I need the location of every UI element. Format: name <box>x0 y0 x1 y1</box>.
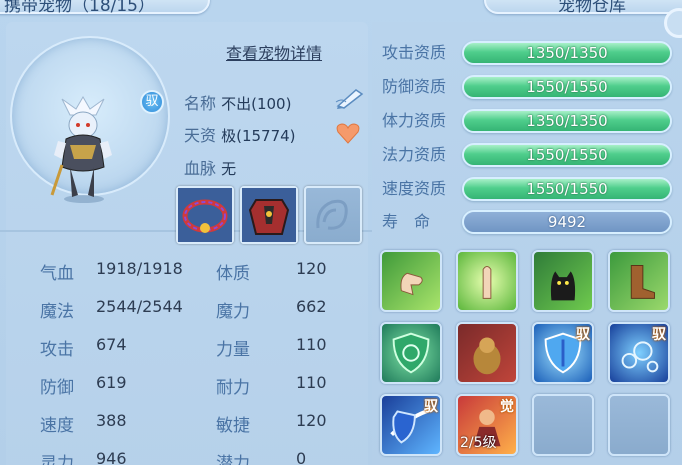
stat-label: 体质 <box>216 264 250 284</box>
stat-value: 110 <box>296 335 327 354</box>
skill-slot-empty[interactable] <box>608 394 670 456</box>
aptitude-value: 1550/1550 <box>526 146 608 164</box>
aptitude-bar: 1550/1550 <box>462 75 672 99</box>
tab-pet-storage-label: 宠物仓库 <box>558 0 626 16</box>
skill-slot[interactable] <box>532 250 594 312</box>
stat-value: 662 <box>296 297 327 316</box>
pet-name-label: 名称 <box>184 94 217 113</box>
pet-bloodline-label: 血脉 <box>184 159 217 178</box>
stat-label: 速度 <box>40 416 74 436</box>
skill-tag-badge: 觉 <box>500 399 514 415</box>
skill-slot[interactable] <box>380 322 442 384</box>
stat-label: 攻击 <box>40 340 74 360</box>
tab-carried-pets[interactable]: 携带宠物（18/15） <box>0 0 210 16</box>
stat-label: 敏捷 <box>216 416 250 436</box>
pet-name-value: 不出(100) <box>221 95 292 113</box>
life-bar: 9492 <box>462 210 672 234</box>
aptitude-value: 1550/1550 <box>526 180 608 198</box>
aptitude-label: 速度资质 <box>382 179 447 198</box>
skill-slot[interactable]: 觉 2/5级 <box>456 394 518 456</box>
pet-bloodline-value: 无 <box>221 160 237 178</box>
tab-carried-pets-label: 携带宠物（18/15） <box>4 0 155 16</box>
skill-slot-empty[interactable] <box>532 394 594 456</box>
aptitude-label: 体力资质 <box>382 111 447 130</box>
equipment-slot-3-empty[interactable] <box>304 186 362 244</box>
skill-slot[interactable] <box>608 250 670 312</box>
aptitude-bar: 1550/1550 <box>462 177 672 201</box>
stat-label: 气血 <box>40 264 74 284</box>
collar-equipment-icon <box>178 188 232 242</box>
skill-level: 2/5级 <box>460 435 497 451</box>
stat-value: 674 <box>96 335 127 354</box>
skill-tag-badge: 驭 <box>424 399 438 415</box>
aptitude-label: 攻击资质 <box>382 43 447 62</box>
stat-value: 1918/1918 <box>96 259 183 278</box>
equipment-slot-2[interactable] <box>240 186 298 244</box>
pet-bloodline-row: 血脉 无 <box>184 155 236 179</box>
title-bar: 携带宠物（18/15） 宠物仓库 <box>0 0 682 38</box>
empty-slot-pattern-icon <box>316 199 348 230</box>
skill-slot[interactable] <box>380 250 442 312</box>
stat-label: 防御 <box>40 378 74 398</box>
stat-value: 946 <box>96 449 127 465</box>
life-label: 寿 命 <box>382 212 431 231</box>
stat-value: 120 <box>296 411 327 430</box>
boot-icon <box>630 265 655 299</box>
stat-label: 潜力 <box>216 454 250 465</box>
life-value: 9492 <box>547 213 587 231</box>
stat-label: 耐力 <box>216 378 250 398</box>
stat-value: 120 <box>296 259 327 278</box>
tab-pet-storage[interactable]: 宠物仓库 <box>484 0 682 16</box>
skill-tag-badge: 驭 <box>652 327 666 343</box>
aptitude-bar: 1350/1350 <box>462 41 672 65</box>
hand-block-icon <box>482 266 492 299</box>
stat-value: 2544/2544 <box>96 297 183 316</box>
pet-talent-row: 天资 极(15774) <box>184 122 296 146</box>
aptitude-bar: 1350/1350 <box>462 109 672 133</box>
view-pet-details-link[interactable]: 查看宠物详情 <box>226 40 322 64</box>
stat-label: 魔法 <box>40 302 74 322</box>
stat-value: 0 <box>296 449 307 465</box>
stat-value: 388 <box>96 411 127 430</box>
aptitude-label: 法力资质 <box>382 145 447 164</box>
aptitude-value: 1550/1550 <box>526 78 608 96</box>
pet-model-image <box>50 96 112 203</box>
pet-talent-value: 极(15774) <box>221 127 296 145</box>
skill-slot[interactable] <box>456 250 518 312</box>
heart-icon[interactable] <box>336 122 360 144</box>
skill-slot[interactable] <box>456 322 518 384</box>
palm-gesture-icon <box>400 272 423 296</box>
armor-equipment-icon <box>242 188 296 242</box>
aptitude-value: 1350/1350 <box>526 112 608 130</box>
stat-value: 110 <box>296 373 327 392</box>
skill-slot[interactable]: 驭 <box>532 322 594 384</box>
aptitude-label: 防御资质 <box>382 77 447 96</box>
skill-slot[interactable]: 驭 <box>380 394 442 456</box>
green-shield-swirl-icon <box>392 332 430 374</box>
stat-value: 619 <box>96 373 127 392</box>
pet-window: 携带宠物（18/15） 宠物仓库 驭 查看宠物详情 名称 不出(100) 天资 … <box>0 0 682 465</box>
black-cat-icon <box>550 271 576 301</box>
ride-badge-icon: 驭 <box>140 90 164 114</box>
golden-beast-icon <box>473 337 501 375</box>
stat-label: 魔力 <box>216 302 250 322</box>
skill-slot[interactable]: 驭 <box>608 322 670 384</box>
stat-label: 灵力 <box>40 454 74 465</box>
aptitude-value: 1350/1350 <box>526 44 608 62</box>
rename-pencil-icon[interactable] <box>334 86 366 110</box>
stat-label: 力量 <box>216 340 250 360</box>
aptitude-bar: 1550/1550 <box>462 143 672 167</box>
skill-tag-badge: 驭 <box>576 327 590 343</box>
pet-talent-label: 天资 <box>184 126 217 145</box>
pet-name-row: 名称 不出(100) <box>184 90 291 114</box>
equipment-slot-1[interactable] <box>176 186 234 244</box>
